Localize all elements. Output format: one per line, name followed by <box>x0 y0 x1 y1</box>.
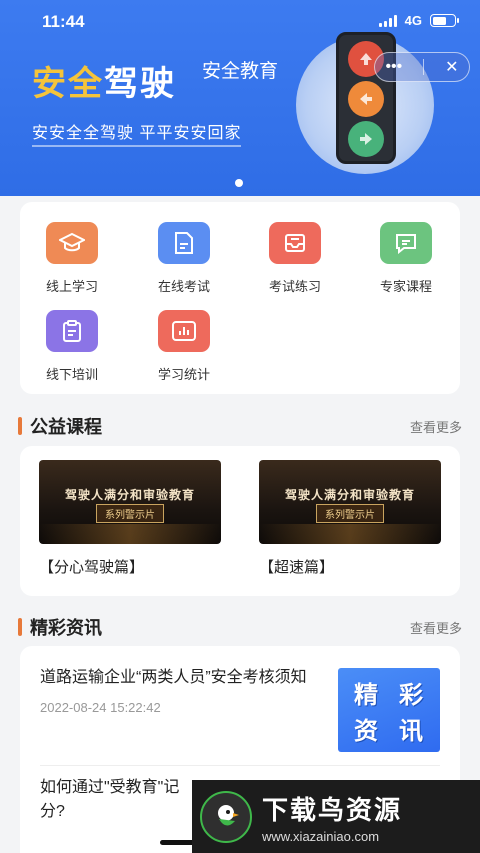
courses-section-header: 公益课程 查看更多 <box>18 413 462 439</box>
top-banner[interactable]: 11:44 4G 安全驾驶 安全教育 安安全全驾驶 平平安安回家 ••• ✕ <box>0 0 480 196</box>
close-button[interactable]: ✕ <box>445 57 458 77</box>
grid-item-offline-training[interactable]: 线下培训 <box>22 310 122 383</box>
site-watermark: 下载鸟资源 www.xiazainiao.com <box>192 780 480 853</box>
document-edit-icon <box>158 222 210 264</box>
news-section-header: 精彩资讯 查看更多 <box>18 614 462 640</box>
more-button[interactable]: ••• <box>385 58 402 76</box>
course-name: 【分心驾驶篇】 <box>39 559 145 576</box>
grid-item-online-exam[interactable]: 在线考试 <box>134 222 234 295</box>
status-bar-right: 4G <box>378 13 459 28</box>
battery-icon <box>430 14 459 27</box>
banner-subtitle: 安全教育 <box>202 61 279 82</box>
news-divider <box>40 765 440 766</box>
arrow-right-icon <box>348 121 384 157</box>
function-grid: 线上学习 在线考试 考试练习 专家课程 线下培训 学习统计 <box>20 202 460 394</box>
bird-logo-icon <box>200 790 252 843</box>
grid-item-expert-course[interactable]: 专家课程 <box>356 222 456 295</box>
chat-bubble-icon <box>380 222 432 264</box>
course-item[interactable]: 驾驶人满分和审验教育 系列警示片 【分心驾驶篇】 <box>39 460 221 577</box>
course-thumbnail[interactable]: 驾驶人满分和审验教育 系列警示片 <box>259 460 441 544</box>
grid-item-online-learning[interactable]: 线上学习 <box>22 222 122 295</box>
banner-title: 安全驾驶 <box>32 65 176 103</box>
section-title: 公益课程 <box>30 417 102 437</box>
mini-program-capsule: ••• ✕ <box>374 52 470 82</box>
view-more-link[interactable]: 查看更多 <box>410 618 462 637</box>
view-more-link[interactable]: 查看更多 <box>410 417 462 436</box>
course-name: 【超速篇】 <box>259 559 335 576</box>
section-accent-bar <box>18 618 22 636</box>
news-item[interactable]: 道路运输企业“两类人员”安全考核须知 2022-08-24 15:22:42 精… <box>40 666 440 752</box>
news-title: 道路运输企业“两类人员”安全考核须知 <box>40 669 307 686</box>
network-type: 4G <box>404 13 422 28</box>
signal-icon <box>378 14 397 27</box>
clipboard-icon <box>46 310 98 352</box>
course-thumbnail[interactable]: 驾驶人满分和审验教育 系列警示片 <box>39 460 221 544</box>
banner-slogan: 安安全全驾驶 平平安安回家 <box>32 119 242 147</box>
news-title: 如何通过"受教育"记分? <box>40 779 180 820</box>
inbox-icon <box>269 222 321 264</box>
section-accent-bar <box>18 417 22 435</box>
watermark-name: 下载鸟资源 <box>262 794 403 825</box>
course-item[interactable]: 驾驶人满分和审验教育 系列警示片 【超速篇】 <box>259 460 441 577</box>
bar-chart-icon <box>158 310 210 352</box>
news-thumbnail[interactable]: 精彩 资讯 <box>338 668 440 752</box>
status-time: 11:44 <box>42 12 85 31</box>
graduation-cap-icon <box>46 222 98 264</box>
arrow-left-icon <box>348 81 384 117</box>
grid-item-exam-practice[interactable]: 考试练习 <box>245 222 345 295</box>
section-title: 精彩资讯 <box>30 618 102 638</box>
grid-item-study-stats[interactable]: 学习统计 <box>134 310 234 383</box>
carousel-dot[interactable] <box>235 179 243 187</box>
courses-card: 驾驶人满分和审验教育 系列警示片 【分心驾驶篇】 驾驶人满分和审验教育 系列警示… <box>20 446 460 596</box>
watermark-url: www.xiazainiao.com <box>262 828 380 844</box>
